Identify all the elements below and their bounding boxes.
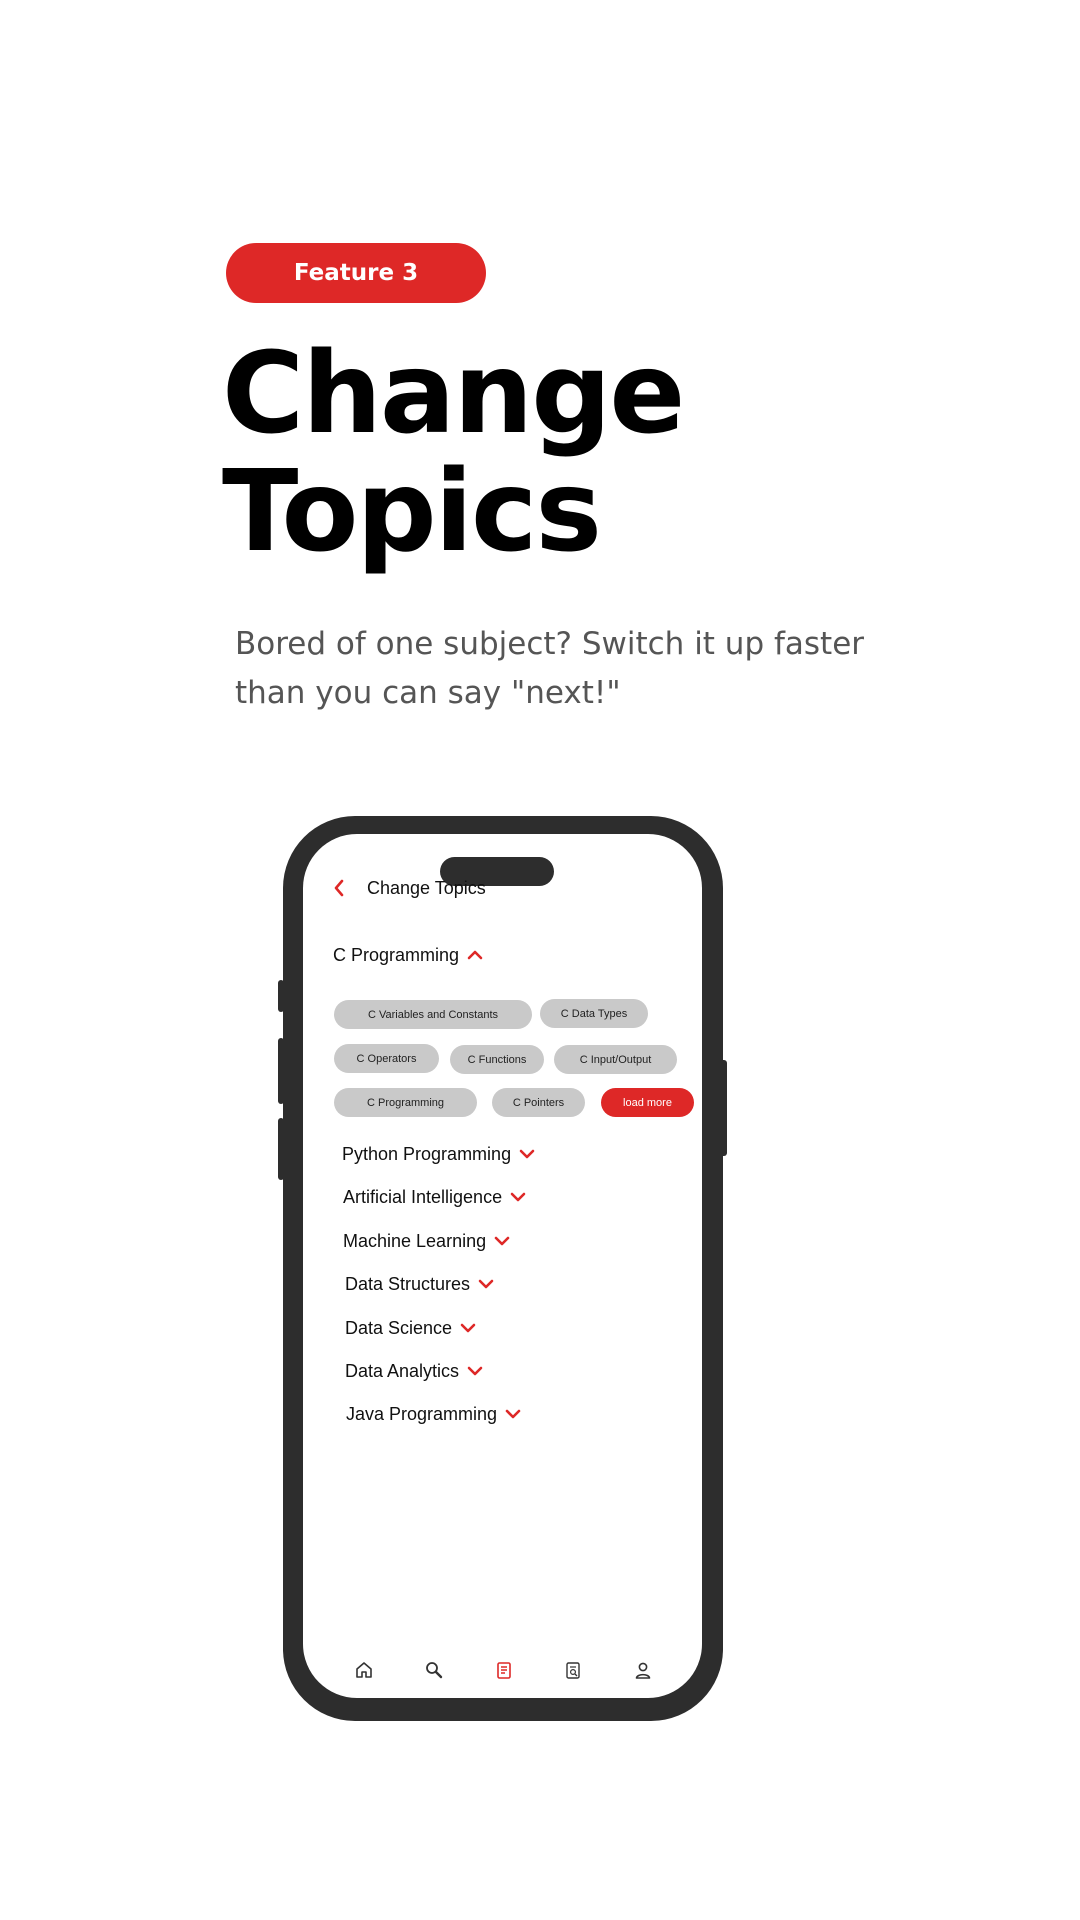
topic-row[interactable]: Data Structures (345, 1274, 495, 1295)
chevron-up-icon (466, 945, 484, 966)
chevron-down-icon (509, 1187, 527, 1208)
page-headline: Change Topics (222, 329, 685, 577)
document-search-icon[interactable] (562, 1659, 584, 1681)
topic-label: Data Analytics (345, 1361, 460, 1381)
chevron-left-icon[interactable] (332, 877, 354, 899)
headline-line-2: Topics (222, 447, 602, 577)
chevron-down-icon (518, 1144, 536, 1165)
topic-row[interactable]: Data Analytics (345, 1361, 484, 1382)
subtopic-chip[interactable]: C Functions (450, 1045, 544, 1074)
headline-line-1: Change (222, 329, 685, 459)
topic-row[interactable]: Java Programming (346, 1404, 522, 1425)
subtitle: Bored of one subject? Switch it up faste… (235, 626, 865, 711)
topic-label: C Programming (333, 945, 460, 965)
chevron-down-icon (493, 1231, 511, 1252)
notes-icon[interactable] (493, 1659, 515, 1681)
app-header: Change Topics (332, 873, 486, 903)
topic-label: Data Science (345, 1318, 453, 1338)
chevron-down-icon (466, 1361, 484, 1382)
search-icon[interactable] (423, 1659, 445, 1681)
topic-label: Artificial Intelligence (343, 1187, 503, 1207)
topic-row[interactable]: Artificial Intelligence (343, 1187, 527, 1208)
load-more-button[interactable]: load more (601, 1088, 694, 1117)
topic-row[interactable]: Machine Learning (343, 1231, 511, 1252)
profile-icon[interactable] (632, 1659, 654, 1681)
home-icon[interactable] (353, 1659, 375, 1681)
chevron-down-icon (477, 1274, 495, 1295)
topic-row[interactable]: Data Science (345, 1318, 477, 1339)
subtopic-chip[interactable]: C Programming (334, 1088, 477, 1117)
topic-label: Java Programming (346, 1404, 498, 1424)
subtopic-chip[interactable]: C Variables and Constants (334, 1000, 532, 1029)
topic-c-programming[interactable]: C Programming (333, 945, 484, 966)
chevron-down-icon (504, 1404, 522, 1425)
subtopic-chip[interactable]: C Input/Output (554, 1045, 677, 1074)
screen-title: Change Topics (367, 877, 486, 898)
topic-label: Machine Learning (343, 1231, 487, 1251)
subtopic-chip[interactable]: C Pointers (492, 1088, 585, 1117)
topic-label: Python Programming (342, 1144, 512, 1164)
topic-row[interactable]: Python Programming (342, 1144, 536, 1165)
subtopic-chip[interactable]: C Data Types (540, 999, 648, 1028)
chevron-down-icon (459, 1318, 477, 1339)
subtopic-chip[interactable]: C Operators (334, 1044, 439, 1073)
feature-badge: Feature 3 (226, 243, 486, 303)
topic-label: Data Structures (345, 1274, 471, 1294)
